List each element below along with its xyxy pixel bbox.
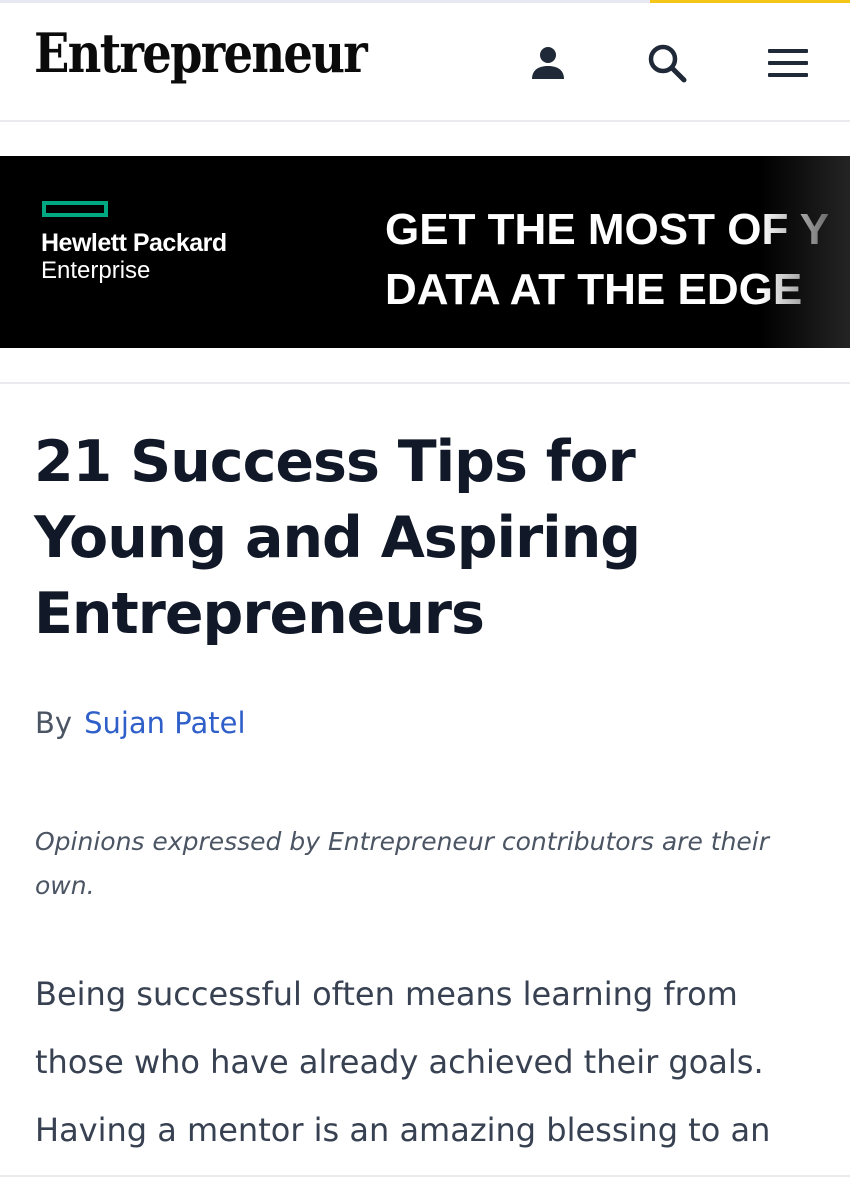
advertisement-banner[interactable]: Hewlett Packard Enterprise GET THE MOST …: [0, 156, 850, 348]
byline-prefix: By: [35, 706, 73, 740]
byline: By Sujan Patel: [35, 706, 246, 740]
contributor-disclaimer: Opinions expressed by Entrepreneur contr…: [35, 827, 770, 900]
ad-spacer: [0, 122, 850, 156]
article-title: 21 Success Tips for Young and Aspiring E…: [34, 429, 641, 647]
site-header: Entrepreneur: [0, 3, 850, 122]
ad-brand-name: Hewlett Packard: [41, 229, 227, 257]
hpe-logo-rectangle-icon: [42, 201, 108, 217]
ad-brand-subname: Enterprise: [41, 257, 151, 284]
menu-button[interactable]: [764, 39, 812, 87]
hamburger-menu-icon: [768, 49, 808, 77]
search-icon: [648, 44, 687, 83]
person-icon: [532, 47, 564, 79]
account-button[interactable]: [524, 39, 572, 87]
ad-image-edge: [760, 156, 850, 348]
search-button[interactable]: [643, 39, 691, 87]
site-logo[interactable]: Entrepreneur: [34, 21, 368, 85]
article-body-paragraph: Being successful often means learning fr…: [35, 975, 771, 1149]
content-divider: [0, 382, 850, 384]
author-link[interactable]: Sujan Patel: [84, 706, 245, 740]
